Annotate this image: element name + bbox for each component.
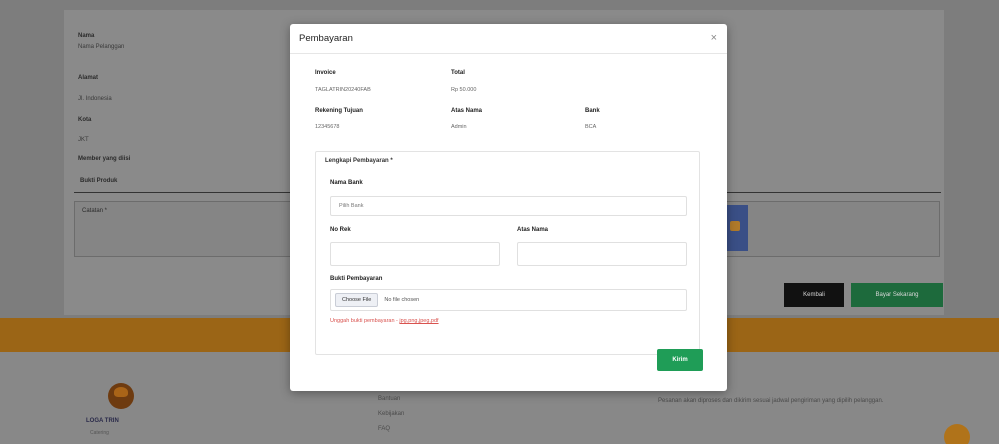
total-label: Total <box>451 70 465 76</box>
bg-next-button[interactable]: Bayar Sekarang <box>851 283 943 307</box>
bank-value: BCA <box>585 124 597 130</box>
upload-help-text: Unggah bukti pembayaran - jpg,png,jpeg,p… <box>330 318 439 324</box>
file-upload-input[interactable]: Choose File No file chosen <box>330 289 687 311</box>
modal-title: Pembayaran <box>299 33 353 44</box>
no-rek-label: No Rek <box>330 227 351 233</box>
bg-footer-link[interactable]: FAQ <box>378 426 390 432</box>
brand-logo-icon <box>108 383 134 409</box>
bg-brand-name: LOGA TRIN <box>86 418 119 424</box>
atas-nama-value: Admin <box>451 124 467 130</box>
scroll-top-icon[interactable] <box>944 424 970 444</box>
invoice-label: Invoice <box>315 70 336 76</box>
bg-back-button[interactable]: Kembali <box>784 283 844 307</box>
allowed-formats-link: jpg,png,jpeg,pdf <box>399 318 439 324</box>
bg-field-value: Jl. Indonesia <box>78 96 112 102</box>
payment-modal: Pembayaran × Invoice TAGLATRIN20240FAB T… <box>290 24 727 391</box>
bg-footer-link[interactable]: Bantuan <box>378 396 400 402</box>
invoice-value: TAGLATRIN20240FAB <box>315 87 371 93</box>
atas-nama-field-label: Atas Nama <box>517 227 549 233</box>
bank-select[interactable]: Pilih Bank <box>330 196 687 216</box>
bukti-label: Bukti Pembayaran <box>330 276 383 282</box>
account-number-field[interactable] <box>330 242 500 266</box>
choose-file-button[interactable]: Choose File <box>335 293 379 307</box>
bg-field-label: Kota <box>78 117 92 123</box>
rekening-value: 12345678 <box>315 124 340 130</box>
bg-section-tab[interactable]: Bukti Produk <box>80 178 117 184</box>
section-title: Lengkapi Pembayaran * <box>325 158 393 164</box>
rekening-label: Rekening Tujuan <box>315 108 363 114</box>
help-text-prefix: Unggah bukti pembayaran - <box>330 318 398 324</box>
nama-bank-label: Nama Bank <box>330 180 363 186</box>
atas-nama-label: Atas Nama <box>451 108 483 114</box>
modal-header: Pembayaran × <box>290 24 727 54</box>
total-value: Rp 50.000 <box>451 87 477 93</box>
bg-member-label: Member yang diisi <box>78 156 131 162</box>
account-name-field[interactable] <box>517 242 687 266</box>
bg-field-label: Nama <box>78 33 95 39</box>
bg-field-label: Alamat <box>78 75 99 81</box>
bg-field-value: JKT <box>78 137 89 143</box>
bg-field-value: Nama Pelanggan <box>78 44 125 50</box>
bg-footer-text: Pesanan akan diproses dan dikirim sesuai… <box>658 398 884 404</box>
bank-label: Bank <box>585 108 600 114</box>
file-status: No file chosen <box>384 297 420 303</box>
close-icon[interactable]: × <box>711 32 717 44</box>
bg-textarea-label: Catatan * <box>82 208 108 214</box>
bg-footer-link[interactable]: Kebijakan <box>378 411 404 417</box>
bg-brand-subtitle: Catering <box>90 430 109 436</box>
submit-button[interactable]: Kirim <box>657 349 703 371</box>
